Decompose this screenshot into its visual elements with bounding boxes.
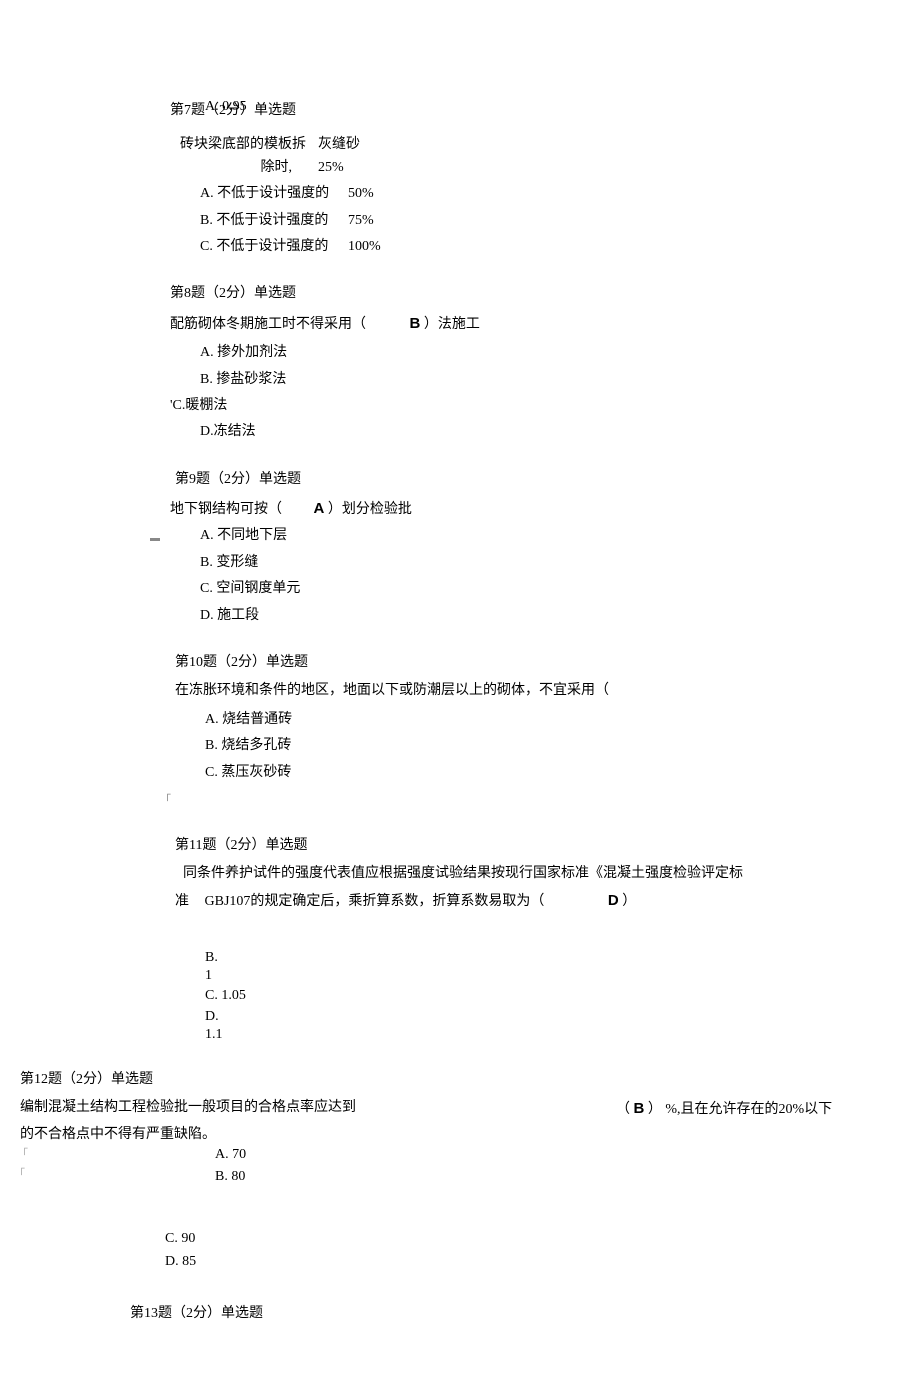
- q9-marker: ▬: [150, 531, 160, 547]
- q12-stem-right: （ B ） %,且在允许存在的20%以下: [616, 1097, 832, 1121]
- q9-opt-a: A. 不同地下层: [200, 525, 920, 547]
- q8-opt-a: A. 掺外加剂法: [200, 342, 920, 364]
- q12-marker-2: 「: [14, 1166, 25, 1184]
- q11-options: B. 1 C. 1.05 D. 1.1: [205, 949, 920, 1044]
- q7-stem-left-1: 砖块梁底部的模板拆: [180, 134, 310, 156]
- q11-opt-d-1: D.: [205, 1008, 920, 1026]
- q12-title: 第12题（2分）单选题: [20, 1069, 920, 1091]
- q8-answer: B: [410, 315, 421, 332]
- q11-stem-1: 同条件养护试件的强度代表值应根据强度试验结果按现行国家标准《混凝土强度检验评定标: [183, 863, 920, 885]
- q11-opt-d-2: 1.1: [205, 1026, 920, 1044]
- q9-stem-post: ）划分检验批: [328, 502, 412, 517]
- question-11: 第11题（2分）单选题 同条件养护试件的强度代表值应根据强度试验结果按现行国家标…: [175, 835, 920, 1044]
- q12-opt-c: C. 90: [165, 1228, 920, 1250]
- q9-stem: 地下钢结构可按（ A ）划分检验批: [170, 497, 920, 521]
- question-13: 第13题（2分）单选题: [130, 1303, 920, 1325]
- q11-stem-2: GBJ107的规定确定后，乘折算系数，折算系数易取为（: [205, 894, 545, 909]
- q12-options-ab: A. 70 「 B. 80: [215, 1144, 920, 1189]
- q11-stem-post: ）: [622, 894, 636, 909]
- q13-title: 第13题（2分）单选题: [130, 1303, 920, 1325]
- q9-stem-pre: 地下钢结构可按（: [170, 502, 282, 517]
- q9-answer: A: [314, 500, 325, 517]
- q7-opt-a-left: A. 不低于设计强度的: [200, 183, 340, 205]
- q7-opt-a-right: 50%: [348, 183, 398, 205]
- q12-stem-1: 编制混凝土结构工程检验批一般项目的合格点率应达到: [20, 1097, 356, 1121]
- q12-right-pre: （: [616, 1102, 630, 1117]
- q9-opt-b: B. 变形缝: [200, 552, 920, 574]
- q8-stem-post: ）法施工: [424, 317, 480, 332]
- question-7: 第7题（2分）单选题 A. 0.95 砖块梁底部的模板拆 灰缝砂 除时, 25%…: [170, 100, 920, 258]
- q7-opt-b-right: 75%: [348, 210, 398, 232]
- q7-stem-right-2: 25%: [318, 157, 368, 179]
- q12-answer: B: [634, 1100, 645, 1117]
- q10-marker: 「: [160, 792, 920, 810]
- q7-opt-c-right: 100%: [348, 236, 398, 258]
- q12-options-cd: C. 90 D. 85: [165, 1228, 920, 1273]
- q9-options: A. 不同地下层 B. 变形缝 C. 空间钢度单元 D. 施工段: [200, 525, 920, 627]
- question-12: 第12题（2分）单选题 编制混凝土结构工程检验批一般项目的合格点率应达到 （ B…: [20, 1069, 920, 1273]
- q12-opt-a: A. 70: [215, 1144, 920, 1166]
- q7-stem-left-2: 除时,: [180, 157, 310, 179]
- q8-opt-b: B. 掺盐砂浆法: [200, 369, 920, 391]
- q11-opt-c: C. 1.05: [205, 985, 920, 1007]
- q8-opt-d: D.冻结法: [200, 421, 920, 443]
- q11-opt-b-2: 1: [205, 967, 920, 985]
- q7-options: A. 不低于设计强度的 50% B. 不低于设计强度的 75% C. 不低于设计…: [200, 183, 920, 258]
- q8-title: 第8题（2分）单选题: [170, 283, 920, 305]
- question-10: 第10题（2分）单选题 在冻胀环境和条件的地区，地面以下或防潮层以上的砌体，不宜…: [175, 652, 920, 810]
- q10-title: 第10题（2分）单选题: [175, 652, 920, 674]
- q10-options: A. 烧结普通砖 B. 烧结多孔砖 C. 蒸压灰砂砖: [205, 709, 920, 784]
- q8-opt-c: 'C.暖棚法: [170, 395, 920, 417]
- question-9: 第9题（2分）单选题 地下钢结构可按（ A ）划分检验批 ▬ A. 不同地下层 …: [175, 469, 920, 627]
- q12-opt-b: B. 80: [215, 1169, 245, 1184]
- q12-opt-d: D. 85: [165, 1251, 920, 1273]
- q12-stem-row: 编制混凝土结构工程检验批一般项目的合格点率应达到 （ B ） %,且在允许存在的…: [20, 1097, 920, 1121]
- q8-options: A. 掺外加剂法 B. 掺盐砂浆法 'C.暖棚法 D.冻结法: [200, 342, 920, 444]
- q9-opt-c: C. 空间钢度单元: [200, 578, 920, 600]
- q7-title-row: 第7题（2分）单选题 A. 0.95: [170, 100, 920, 122]
- q7-opt-c-left: C. 不低于设计强度的: [200, 236, 340, 258]
- q8-stem-pre: 配筋砌体冬期施工时不得采用（: [170, 317, 366, 332]
- q8-stem: 配筋砌体冬期施工时不得采用（ B ）法施工: [170, 312, 920, 336]
- q11-opt-b-1: B.: [205, 949, 920, 967]
- q7-stem: 砖块梁底部的模板拆 灰缝砂 除时, 25%: [180, 134, 920, 179]
- q10-opt-a: A. 烧结普通砖: [205, 709, 920, 731]
- q9-opt-d: D. 施工段: [200, 605, 920, 627]
- q11-title: 第11题（2分）单选题: [175, 835, 920, 857]
- q7-stem-right-1: 灰缝砂: [318, 134, 368, 156]
- q11-stem-2-row: 准 GBJ107的规定确定后，乘折算系数，折算系数易取为（ D ）: [175, 889, 920, 913]
- q10-opt-b: B. 烧结多孔砖: [205, 735, 920, 757]
- q7-overlap-text: A. 0.95: [205, 96, 247, 118]
- q11-zhun: 准: [175, 891, 189, 913]
- q10-opt-c: C. 蒸压灰砂砖: [205, 762, 920, 784]
- q11-answer: D: [608, 892, 619, 909]
- q7-opt-b-left: B. 不低于设计强度的: [200, 210, 340, 232]
- q12-right-post: ） %,且在允许存在的20%以下: [648, 1102, 832, 1117]
- question-8: 第8题（2分）单选题 配筋砌体冬期施工时不得采用（ B ）法施工 A. 掺外加剂…: [170, 283, 920, 443]
- q9-title: 第9题（2分）单选题: [175, 469, 920, 491]
- q10-stem: 在冻胀环境和条件的地区，地面以下或防潮层以上的砌体，不宜采用（: [175, 680, 920, 702]
